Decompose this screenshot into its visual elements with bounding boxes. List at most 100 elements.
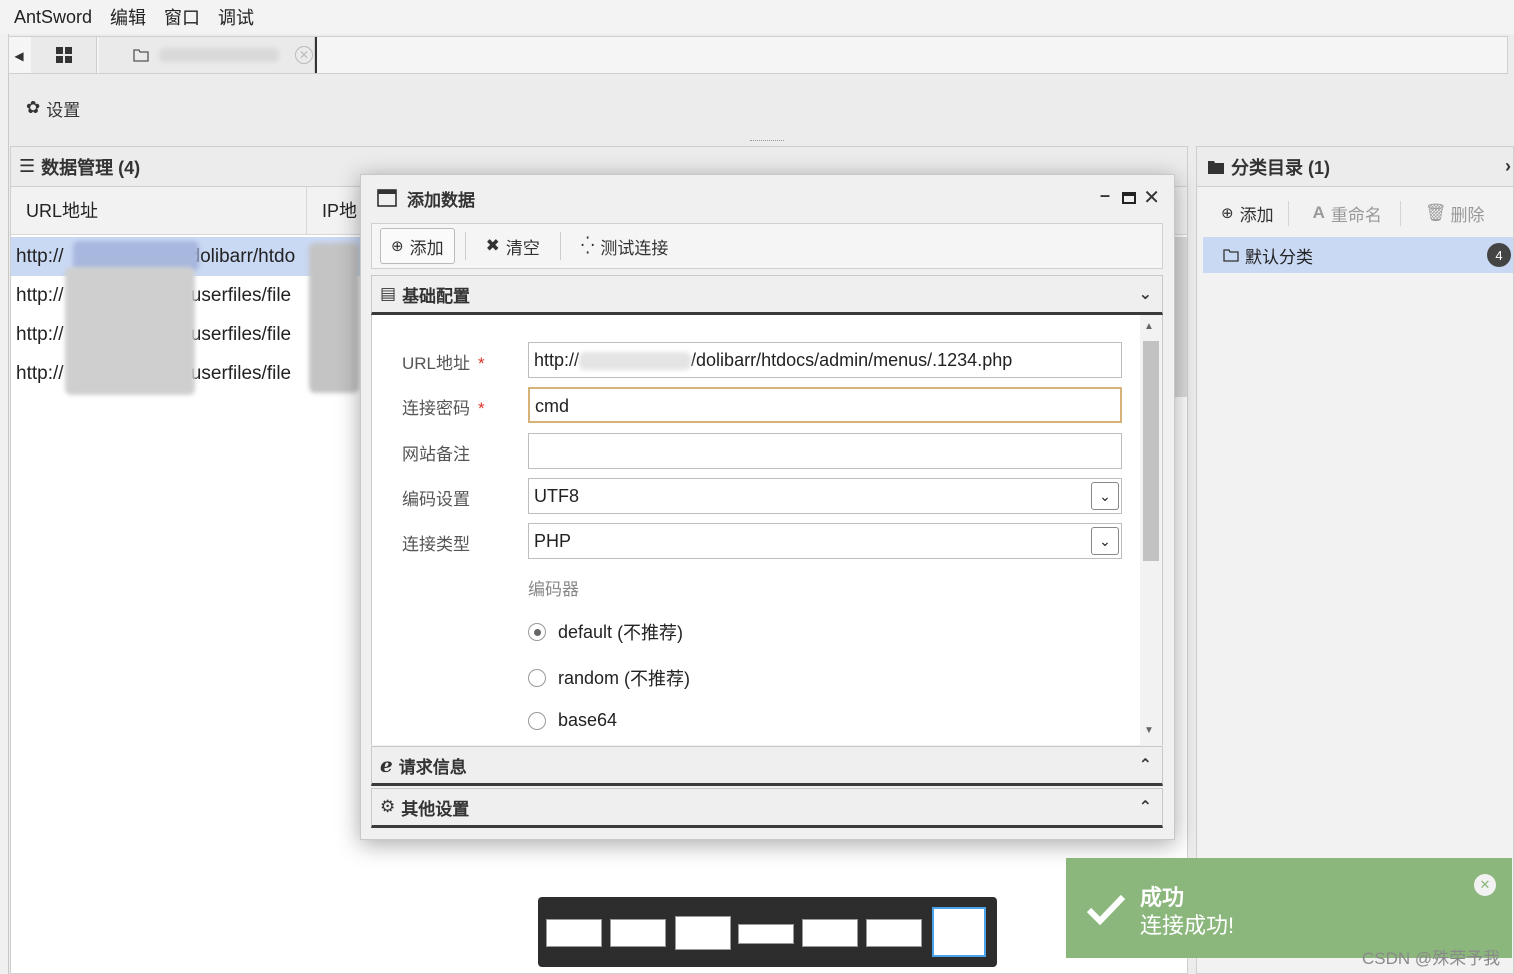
menu-bar: AntSword 编辑 窗口 调试 [0,0,1514,34]
settings-button[interactable]: ✿ 设置 [10,86,1510,130]
category-toolbar: ⊕ 添加 A 重命名 🗑 删除 [1197,191,1514,235]
encoding-field-label: 编码设置 [402,490,470,509]
category-item-label: 默认分类 [1245,247,1313,267]
encoding-select[interactable]: UTF8 ⌄ [528,478,1122,514]
toolbar-separator [559,232,561,260]
chevron-down-icon: ⌄ [1138,286,1152,303]
menu-window[interactable]: 窗口 [164,4,200,30]
minimize-icon[interactable]: – [1100,185,1110,206]
category-delete-button[interactable]: 🗑 删除 [1401,201,1485,226]
radio-checked-icon [528,623,546,641]
category-rename-button[interactable]: A 重命名 [1289,200,1401,226]
type-select[interactable]: PHP ⌄ [528,523,1122,559]
row-url-end: /userfiles/file [185,285,292,306]
data-panel-title: 数据管理 (4) [41,157,141,178]
menu-antsword[interactable]: AntSword [14,7,92,28]
maximize-icon[interactable] [1122,192,1136,204]
tab-close-icon[interactable]: ✕ [295,46,313,64]
window-icon [377,189,397,207]
list-icon: ☰ [19,156,36,176]
url-field[interactable]: http:///dolibarr/htdocs/admin/menus/.123… [528,342,1122,378]
folder-icon [133,49,149,62]
category-rename-label: 重命名 [1330,205,1382,225]
basic-config-form: URL地址 * http:///dolibarr/htdocs/admin/men… [371,315,1163,745]
dialog-titlebar[interactable]: 添加数据 – ✕ [361,175,1174,221]
tab-shell[interactable]: ✕ [99,37,315,73]
add-button[interactable]: ⊕ 添加 [380,228,455,264]
times-icon: ✖ [485,236,500,255]
encoder-label: 编码器 [528,580,579,599]
chevron-down-icon[interactable]: ⌄ [1091,482,1119,510]
clear-button[interactable]: ✖ 清空 [476,228,550,264]
chevron-up-icon: ⌃ [1138,757,1152,774]
row-url-start: http:// [16,363,64,384]
scroll-up-icon[interactable]: ▲ [1144,321,1154,332]
window-switcher [538,897,997,967]
category-count-badge: 4 [1487,243,1511,267]
checkmark-icon [1086,894,1126,926]
window-thumbnail[interactable] [738,924,794,944]
plus-circle-icon: ⊕ [1221,205,1234,222]
form-scrollbar[interactable]: ▲ ▼ [1140,315,1162,745]
window-thumbnail[interactable] [802,919,858,947]
toolbar-separator [464,232,466,260]
test-connection-button[interactable]: ⁛ 测试连接 [571,228,679,264]
section-basic-config[interactable]: ▤ 基础配置 ⌄ [371,275,1163,315]
settings-label: 设置 [46,100,81,120]
dialog-title: 添加数据 [407,190,475,210]
category-add-label: 添加 [1239,205,1274,225]
window-thumbnail[interactable] [866,919,922,947]
encoder-radio-default[interactable]: default (不推荐) [528,619,683,645]
scroll-down-icon[interactable]: ▼ [1144,725,1154,736]
window-thumbnail-active[interactable] [932,907,986,957]
section-other-title: 其他设置 [401,799,470,819]
redaction-blur [579,352,692,371]
row-url-end: /userfiles/file [185,324,292,345]
radio-unchecked-icon [528,711,546,730]
grid-icon [55,47,72,63]
column-url[interactable]: URL地址 [11,187,307,235]
menu-edit[interactable]: 编辑 [110,4,146,30]
row-url-start: http:// [16,324,64,345]
success-toast: 成功 连接成功! ✕ [1066,858,1512,958]
toast-close-icon[interactable]: ✕ [1474,874,1496,896]
tab-title-blurred [159,48,279,62]
close-icon[interactable]: ✕ [1143,185,1160,210]
column-ip[interactable]: IP地 [307,187,367,235]
type-value: PHP [534,531,572,551]
gears-icon: ⚙ [380,797,396,816]
window-thumbnail[interactable] [610,919,666,947]
note-field[interactable] [528,433,1122,469]
category-item[interactable]: 默认分类 4 [1203,237,1513,273]
row-url-end: /userfiles/file [185,363,292,384]
tab-scroll-left-icon[interactable]: ◀ [9,37,29,75]
splitter-handle[interactable] [750,140,784,143]
scroll-thumb[interactable] [1143,341,1159,561]
category-panel-header: 分类目录 (1) › [1197,147,1513,187]
collapse-arrow-icon[interactable]: › [1505,156,1511,177]
chevron-down-icon[interactable]: ⌄ [1091,527,1119,555]
section-request-title: 请求信息 [398,757,467,777]
clear-label: 清空 [505,238,540,258]
radio-unchecked-icon [528,669,546,687]
section-other-settings[interactable]: ⚙ 其他设置 ⌃ [371,788,1163,828]
password-field[interactable]: cmd [528,387,1122,423]
dialog-toolbar: ⊕ 添加 ✖ 清空 ⁛ 测试连接 [371,223,1163,269]
encoder-radio-base64[interactable]: base64 [528,710,617,731]
window-thumbnail[interactable] [675,916,731,950]
watermark: CSDN @殊荣予我 [1362,949,1501,968]
note-field-label: 网站备注 [402,445,470,464]
row-url-end: dolibarr/htdo [189,246,296,267]
category-add-button[interactable]: ⊕ 添加 [1197,200,1289,226]
grid-scrollbar[interactable] [1173,237,1187,397]
window-thumbnail[interactable] [546,919,602,947]
encoder-radio-random[interactable]: random (不推荐) [528,665,690,691]
section-request-info[interactable]: ℯ 请求信息 ⌃ [371,746,1163,786]
encoding-value: UTF8 [534,486,579,506]
menu-debug[interactable]: 调试 [218,4,254,30]
ie-icon: ℯ [380,754,393,777]
tab-home[interactable] [31,37,97,73]
add-data-dialog: 添加数据 – ✕ ⊕ 添加 ✖ 清空 ⁛ 测试连接 ▤ 基础配置 ⌄ URL地址… [360,174,1175,840]
folder-open-icon [1223,249,1239,262]
category-panel: 分类目录 (1) › ⊕ 添加 A 重命名 🗑 删除 默认分类 4 [1196,146,1514,974]
